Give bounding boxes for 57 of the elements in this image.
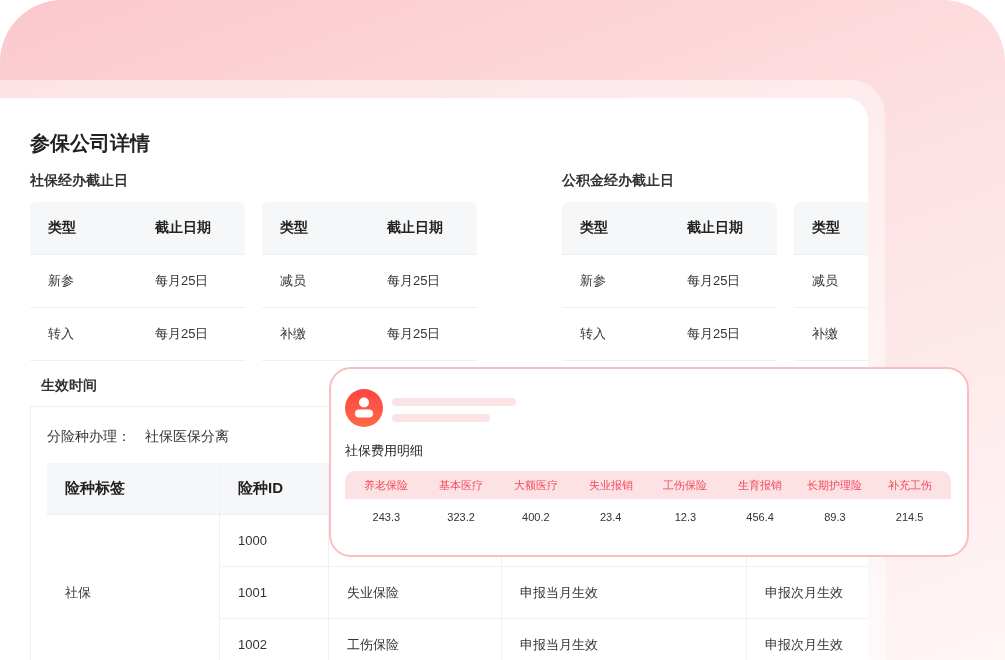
column-header: 生育报销 — [737, 477, 784, 493]
table-cell-text: 323.2 — [446, 511, 476, 523]
table-cell-text: 每月25日 — [686, 325, 742, 343]
table-cell-text: 转入 — [579, 325, 607, 343]
table-cell-text: 400.2 — [521, 511, 551, 523]
table-cell-text: 每月25日 — [154, 325, 210, 343]
page-title: 参保公司详情 — [30, 131, 151, 156]
table-cell: 申报次月生效 — [746, 567, 868, 619]
section-title: 社保经办截止日 — [30, 171, 129, 190]
table-cell: 1001 — [219, 567, 328, 619]
column-header: 类型 — [579, 219, 609, 237]
table-cell-text: 新参 — [579, 272, 607, 290]
table-cell-text: 89.3 — [823, 511, 847, 523]
table-cell-text: 456.4 — [745, 511, 775, 523]
column-header: 险种标签 — [47, 463, 219, 515]
section-title: 生效时间 — [41, 376, 98, 395]
column-header: 截止日期 — [386, 219, 444, 237]
field-label: 分险种办理： — [47, 428, 131, 444]
table-cell-text: 每月25日 — [386, 272, 442, 290]
table-cell-text: 减员 — [811, 272, 839, 290]
table-cell-text: 214.5 — [894, 511, 925, 523]
column-header: 类型 — [47, 219, 77, 237]
table-cell-text: 每月25日 — [686, 272, 742, 290]
column-header: 险种ID — [219, 463, 328, 515]
table-cell: 工伤保险 — [328, 619, 501, 660]
table-cell: 申报当月生效 — [501, 619, 746, 660]
column-header: 工伤保险 — [662, 477, 709, 493]
table-cell-text: 243.3 — [371, 511, 402, 523]
table-cell-text: 补缴 — [811, 325, 839, 343]
table-cell-text: 23.4 — [598, 511, 623, 523]
column-header: 补充工伤 — [886, 477, 933, 493]
column-header: 失业报销 — [587, 477, 634, 493]
table-cell: 申报次月生效 — [746, 619, 868, 660]
avatar-icon — [345, 389, 383, 427]
table-cell: 1000 — [219, 515, 328, 567]
table-cell-text: 补缴 — [279, 325, 307, 343]
table-cell: 申报当月生效 — [501, 567, 746, 619]
table-cell-text: 12.3 — [673, 511, 698, 523]
column-header: 截止日期 — [154, 219, 212, 237]
popup-title: 社保费用明细 — [345, 442, 424, 460]
column-header: 类型 — [811, 219, 841, 237]
table-cell: 失业保险 — [328, 567, 501, 619]
table-cell-text: 每月25日 — [386, 325, 442, 343]
table-cell-text: 每月25日 — [154, 272, 210, 290]
table-cell-text: 新参 — [47, 272, 75, 290]
column-header: 类型 — [279, 219, 309, 237]
column-header: 长期护理险 — [806, 477, 864, 493]
table-cell-text: 减员 — [279, 272, 307, 290]
table-cell-text: 转入 — [47, 325, 75, 343]
column-header: 基本医疗 — [438, 477, 485, 493]
column-header: 养老保险 — [363, 477, 410, 493]
column-header: 截止日期 — [686, 219, 744, 237]
field-value: 社保医保分离 — [145, 428, 229, 444]
section-title: 公积金经办截止日 — [562, 171, 675, 190]
column-header: 大额医疗 — [512, 477, 559, 493]
table-cell: 社保 — [47, 515, 219, 660]
table-cell: 1002 — [219, 619, 328, 660]
